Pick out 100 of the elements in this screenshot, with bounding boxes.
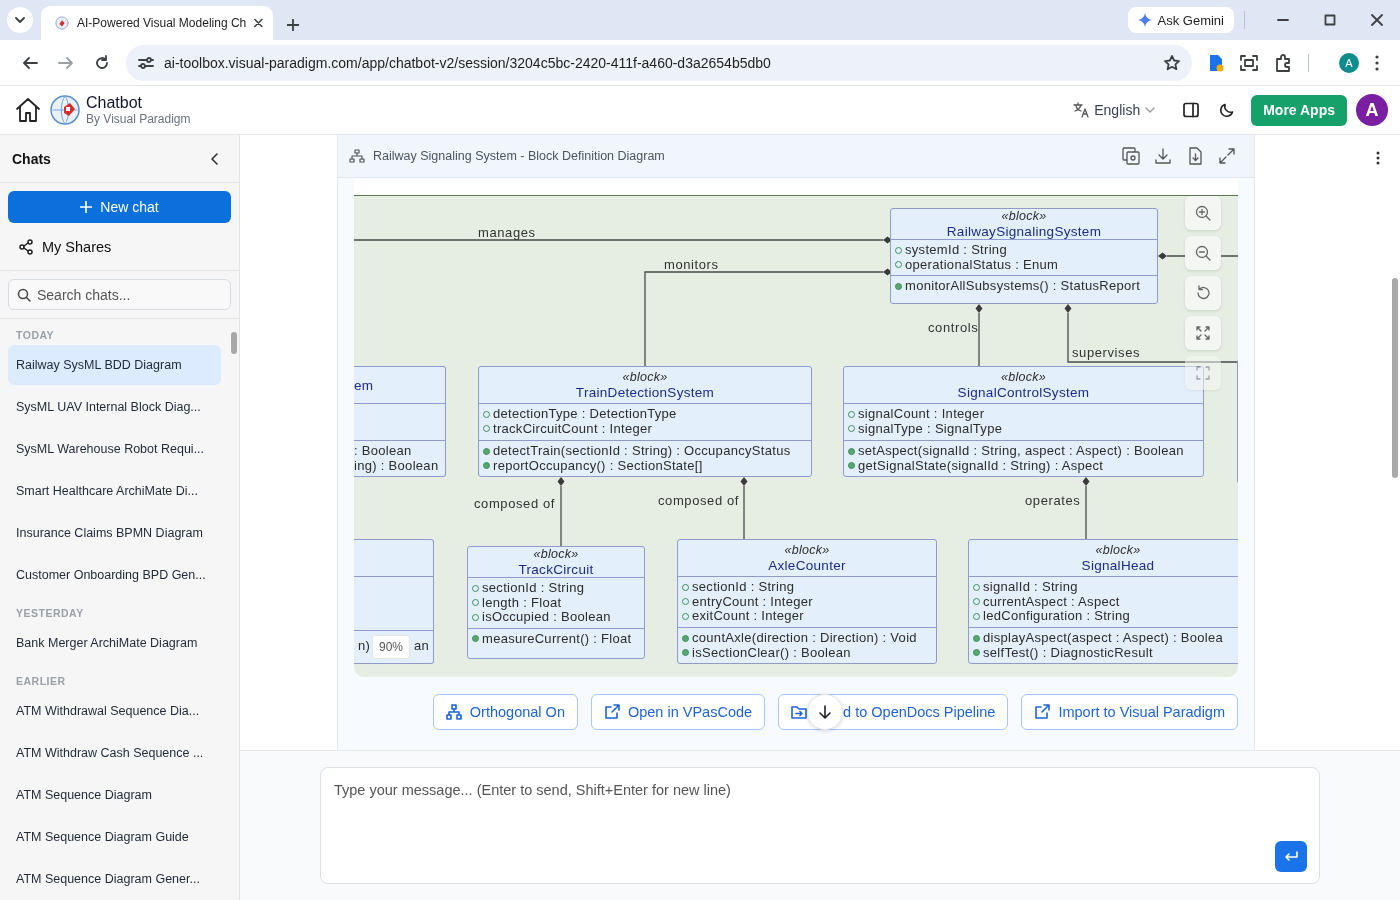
zoom-out-button[interactable]	[1185, 236, 1221, 270]
block-name: TrackCircuit	[518, 562, 594, 577]
search-field[interactable]: Search chats...	[8, 279, 231, 310]
scrollbar-thumb[interactable]	[231, 332, 237, 354]
moon-icon[interactable]	[1219, 102, 1236, 118]
chat-item[interactable]: Railway SysML BDD Diagram	[8, 345, 221, 385]
copy-image-icon[interactable]	[1122, 147, 1140, 165]
share-icon	[18, 238, 34, 255]
user-avatar[interactable]: A	[1356, 94, 1388, 126]
message-field[interactable]: Type your message... (Enter to send, Shift+Enter for new line)	[320, 767, 1320, 884]
sparkle-icon	[1137, 13, 1152, 27]
download-icon[interactable]	[1154, 147, 1172, 165]
sidebar-toggle-icon[interactable]	[1183, 102, 1200, 118]
block-stereotype: «block»	[1001, 209, 1047, 224]
chat-item[interactable]: Bank Merger ArchiMate Diagram	[8, 623, 221, 663]
more-icon[interactable]	[1376, 151, 1380, 165]
attribute-text: sectionId : String	[692, 580, 795, 595]
reset-button[interactable]	[1185, 276, 1221, 310]
more-icon[interactable]	[1375, 54, 1379, 71]
my-shares-link[interactable]: My Shares	[0, 223, 239, 271]
profile-avatar[interactable]: A	[1339, 52, 1359, 73]
attribute-text: sectionId : String	[482, 581, 585, 596]
composition-connector	[557, 477, 565, 547]
language-selector[interactable]: English	[1073, 102, 1156, 118]
file-download-icon[interactable]	[1186, 147, 1204, 165]
operation-text: getSignalState(signalId : String) : Aspect	[858, 458, 1104, 473]
external-link-icon	[603, 704, 620, 720]
block-name: SignalHead	[1081, 558, 1155, 573]
attribute-text: exitCount : Integer	[692, 609, 804, 624]
diagram-title: Railway Signaling System - Block Definition Diagram	[373, 149, 666, 163]
app-logo-icon	[55, 15, 70, 31]
attribute-text: currentAspect : Aspect	[983, 594, 1120, 609]
block-stereotype: «block»	[622, 370, 668, 385]
chat-item[interactable]: SysML UAV Internal Block Diag...	[8, 387, 221, 427]
operation-text: setAspect(signalId : String, aspect : Aspect) : Boolean	[858, 444, 1184, 459]
browser-tab[interactable]: AI-Powered Visual Modeling Ch	[41, 6, 273, 40]
action-button[interactable]: Orthogonal On	[432, 694, 578, 730]
chat-item[interactable]: ATM Sequence Diagram Guide	[8, 817, 221, 857]
chat-item[interactable]: ATM Withdraw Cash Sequence ...	[8, 733, 221, 773]
block-stereotype: «block»	[1000, 370, 1047, 385]
translate-icon	[1073, 102, 1090, 118]
action-button[interactable]: d to OpenDocs Pipeline	[778, 694, 1009, 730]
star-icon[interactable]	[1164, 54, 1180, 71]
connector-label: operates	[1025, 493, 1081, 508]
operation-text: displayAspect(aspect : Aspect) : Boolea	[983, 631, 1224, 646]
chat-item[interactable]: Customer Onboarding BPD Gen...	[8, 555, 221, 595]
screenshot-icon[interactable]	[1240, 54, 1258, 71]
close-icon[interactable]	[254, 18, 263, 28]
new-chat-button[interactable]: New chat	[8, 191, 231, 223]
operation-text: n)	[358, 639, 371, 654]
chat-item[interactable]: ATM Sequence Diagram Gener...	[8, 859, 221, 899]
expand-icon[interactable]	[1218, 147, 1236, 165]
site-settings-icon[interactable]	[138, 54, 154, 71]
scroll-down-button[interactable]	[807, 694, 844, 730]
operation-text: reportOccupancy() : SectionState[]	[493, 458, 703, 473]
block-name: AxleCounter	[768, 558, 846, 573]
address-bar[interactable]: ai-toolbox.visual-paradigm.com/app/chatbot-v2/session/3204c5bc-2420-411f-a460-d3a2654b5db0	[126, 44, 1192, 81]
zoom-out-icon	[1195, 245, 1211, 261]
tab-search-button[interactable]	[7, 7, 33, 33]
chat-item[interactable]: Smart Healthcare ArchiMate Di...	[8, 471, 221, 511]
action-button[interactable]: Import to Visual Paradigm	[1021, 694, 1238, 730]
document-extension-icon[interactable]	[1208, 53, 1224, 72]
chevron-down-icon	[1145, 107, 1156, 113]
close-icon[interactable]	[1370, 14, 1383, 26]
home-icon[interactable]	[14, 96, 42, 124]
section-heading: EARLIER	[15, 674, 67, 689]
block-stereotype: «block»	[784, 543, 830, 558]
action-button[interactable]: Open in VPasCode	[590, 694, 766, 730]
scrollbar-thumb[interactable]	[1392, 278, 1398, 478]
plus-icon	[80, 201, 93, 213]
block-stereotype: «block»	[533, 547, 579, 562]
section-heading: TODAY	[15, 328, 56, 343]
operation-text: ing) : Boolean	[354, 458, 439, 473]
chat-item[interactable]: ATM Withdrawal Sequence Dia...	[8, 691, 221, 731]
folder-arrow-icon	[791, 704, 808, 720]
button-label: Ask Gemini	[1157, 12, 1224, 28]
operation-text: monitorAllSubsystems() : StatusReport	[905, 279, 1141, 294]
puzzle-icon[interactable]	[1274, 53, 1292, 72]
chat-item[interactable]: Insurance Claims BPMN Diagram	[8, 513, 221, 553]
diagram-canvas[interactable]	[354, 196, 1238, 677]
tab-title: AI-Powered Visual Modeling Ch	[77, 16, 247, 30]
plus-icon[interactable]	[287, 19, 299, 31]
back-icon[interactable]	[22, 54, 38, 71]
chat-item[interactable]: SysML Warehouse Robot Requi...	[8, 429, 221, 469]
connector-label: controls	[928, 320, 979, 335]
attribute-text: signalType : SignalType	[858, 421, 1003, 436]
connector-label: composed of	[658, 493, 740, 508]
zoom-in-button[interactable]	[1185, 196, 1221, 230]
arrow-down-icon	[819, 705, 832, 719]
chat-item[interactable]: ATM Sequence Diagram	[8, 775, 221, 815]
forward-icon[interactable]	[58, 54, 74, 71]
block-stereotype: «block»	[1095, 543, 1141, 558]
zoom-in-icon	[1195, 205, 1211, 221]
reload-icon[interactable]	[94, 54, 110, 71]
attribute-text: entryCount : Integer	[692, 594, 813, 609]
ask-gemini-button[interactable]: Ask Gemini	[1127, 7, 1234, 33]
send-button[interactable]	[1275, 841, 1307, 872]
maximize-icon[interactable]	[1323, 14, 1336, 26]
collapse-icon[interactable]	[211, 152, 219, 165]
fit-screen-button[interactable]	[1185, 316, 1221, 350]
